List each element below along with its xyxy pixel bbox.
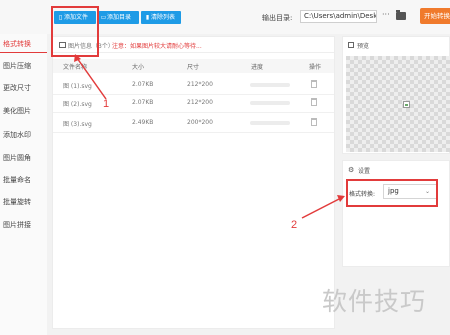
column-header-dims: 尺寸 xyxy=(187,64,200,71)
sidebar-item-beautify[interactable]: 美化图片 xyxy=(0,104,47,118)
sidebar-item-round-corner[interactable]: 图片圆角 xyxy=(0,151,47,165)
file-size: 2.49KB xyxy=(132,119,154,126)
delete-icon[interactable] xyxy=(311,80,317,88)
progress-bar xyxy=(250,101,290,105)
preview-header: 预览 xyxy=(343,37,450,53)
file-size: 2.07KB xyxy=(132,81,154,88)
file-name: 图 (2).svg xyxy=(63,101,92,108)
annotation-number-1: 1 xyxy=(103,98,110,110)
trash-icon: ▮ xyxy=(145,14,150,21)
file-size: 2.07KB xyxy=(132,99,154,106)
clear-list-label: 清除列表 xyxy=(151,14,176,21)
browse-button[interactable]: ··· xyxy=(382,10,390,19)
file-list-panel: 图片信息（3个） 注意：如果图片较大请耐心等待... 文件名称 大小 尺寸 进度… xyxy=(52,36,335,329)
column-header-progress: 进度 xyxy=(251,64,264,71)
sidebar-item-batch-rename[interactable]: 批量命名 xyxy=(0,173,47,187)
image-icon xyxy=(348,42,354,48)
file-dims: 212*200 xyxy=(187,81,213,88)
highlight-box-format-select xyxy=(346,179,438,207)
sidebar-item-stitch[interactable]: 图片拼接 xyxy=(0,218,47,232)
sidebar-item-batch-rotate[interactable]: 批量旋转 xyxy=(0,195,47,209)
sidebar-active-divider xyxy=(0,52,47,53)
add-directory-button[interactable]: ▭添加目录 xyxy=(97,11,139,24)
start-convert-button[interactable]: 开始转换 xyxy=(420,8,450,24)
gear-icon: ⚙ xyxy=(348,166,355,174)
watermark-text: 软件技巧 xyxy=(322,287,427,316)
settings-title: 设置 xyxy=(358,168,371,175)
preview-canvas xyxy=(346,56,450,152)
settings-panel: ⚙ 设置 格式转换: jpg ⌄ xyxy=(342,160,450,267)
column-header-actions: 操作 xyxy=(309,64,322,71)
progress-bar xyxy=(250,121,290,125)
file-name: 图 (3).svg xyxy=(63,121,92,128)
column-header-name: 文件名称 xyxy=(63,64,88,71)
sidebar-item-format-convert[interactable]: 格式转换 xyxy=(0,37,47,51)
highlight-box-add-file xyxy=(51,6,99,57)
preview-title: 预览 xyxy=(357,43,370,50)
delete-icon[interactable] xyxy=(311,118,317,126)
table-row[interactable]: 图 (2).svg 2.07KB 212*200 xyxy=(53,93,334,113)
sidebar-item-watermark[interactable]: 添加水印 xyxy=(0,128,47,142)
table-row[interactable]: 图 (1).svg 2.07KB 212*200 xyxy=(53,75,334,95)
preview-panel: 预览 xyxy=(342,36,450,154)
table-row[interactable]: 图 (3).svg 2.49KB 200*200 xyxy=(53,113,334,133)
file-name: 图 (1).svg xyxy=(63,83,92,90)
sidebar-item-compress[interactable]: 图片压缩 xyxy=(0,59,47,73)
progress-bar xyxy=(250,83,290,87)
open-folder-icon[interactable] xyxy=(396,10,406,20)
clear-list-button[interactable]: ▮ 清除列表 xyxy=(141,11,181,24)
table-header: 文件名称 大小 尺寸 进度 操作 xyxy=(53,59,334,73)
file-dims: 212*200 xyxy=(187,99,213,106)
sidebar: 格式转换 图片压缩 更改尺寸 美化图片 添加水印 图片圆角 批量命名 批量旋转 … xyxy=(0,34,47,335)
column-header-size: 大小 xyxy=(132,64,145,71)
delete-icon[interactable] xyxy=(311,98,317,106)
output-dir-input[interactable]: C:\Users\admin\Deskto xyxy=(300,10,377,23)
notice-text: 注意：如果图片较大请耐心等待... xyxy=(112,43,202,50)
sidebar-item-resize[interactable]: 更改尺寸 xyxy=(0,81,47,95)
folder-icon: ▭ xyxy=(100,14,107,21)
file-dims: 200*200 xyxy=(187,119,213,126)
output-dir-label: 输出目录: xyxy=(262,14,293,22)
annotation-number-2: 2 xyxy=(291,219,298,231)
add-directory-label: 添加目录 xyxy=(107,14,132,21)
broken-image-icon xyxy=(403,101,410,108)
